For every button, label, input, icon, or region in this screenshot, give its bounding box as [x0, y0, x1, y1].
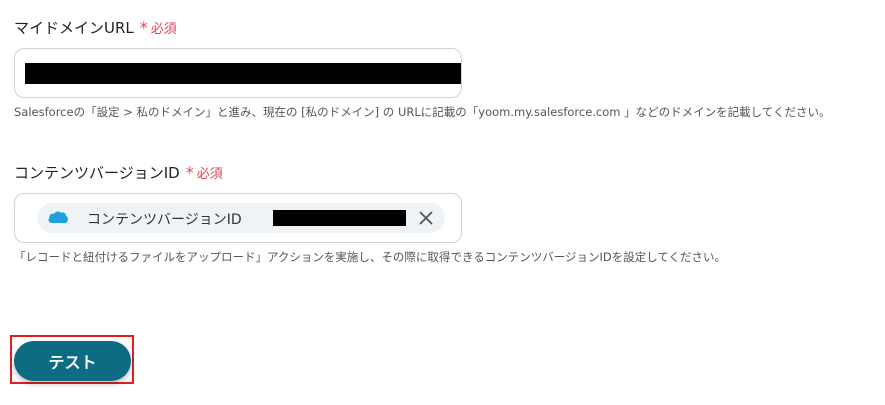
- redacted-value: [25, 63, 461, 84]
- redacted-value: [273, 210, 406, 226]
- close-icon[interactable]: [417, 209, 435, 227]
- required-indicator: * 必須: [186, 163, 223, 182]
- salesforce-cloud-icon: [47, 209, 69, 225]
- test-button[interactable]: テスト: [14, 341, 131, 381]
- domain-url-label-row: マイドメインURL * 必須: [14, 17, 177, 38]
- content-version-helper-text: 「レコードと紐付けるファイルをアップロード」アクションを実施し、その際に取得でき…: [14, 250, 727, 264]
- required-indicator: * 必須: [140, 18, 177, 37]
- chip-label: コンテンツバージョンID: [87, 212, 242, 228]
- domain-url-input[interactable]: [14, 48, 462, 98]
- domain-url-helper-text: Salesforceの「設定 > 私のドメイン」と進み、現在の [私のドメイン]…: [14, 105, 831, 119]
- required-text: 必須: [150, 22, 177, 37]
- content-version-input[interactable]: コンテンツバージョンID: [14, 193, 462, 243]
- required-text: 必須: [196, 167, 223, 182]
- required-asterisk: *: [185, 162, 194, 182]
- content-version-label-row: コンテンツバージョンID * 必須: [14, 162, 223, 183]
- content-version-label: コンテンツバージョンID: [14, 164, 180, 182]
- required-asterisk: *: [139, 17, 148, 37]
- variable-chip[interactable]: コンテンツバージョンID: [37, 203, 445, 233]
- domain-url-label: マイドメインURL: [14, 19, 134, 37]
